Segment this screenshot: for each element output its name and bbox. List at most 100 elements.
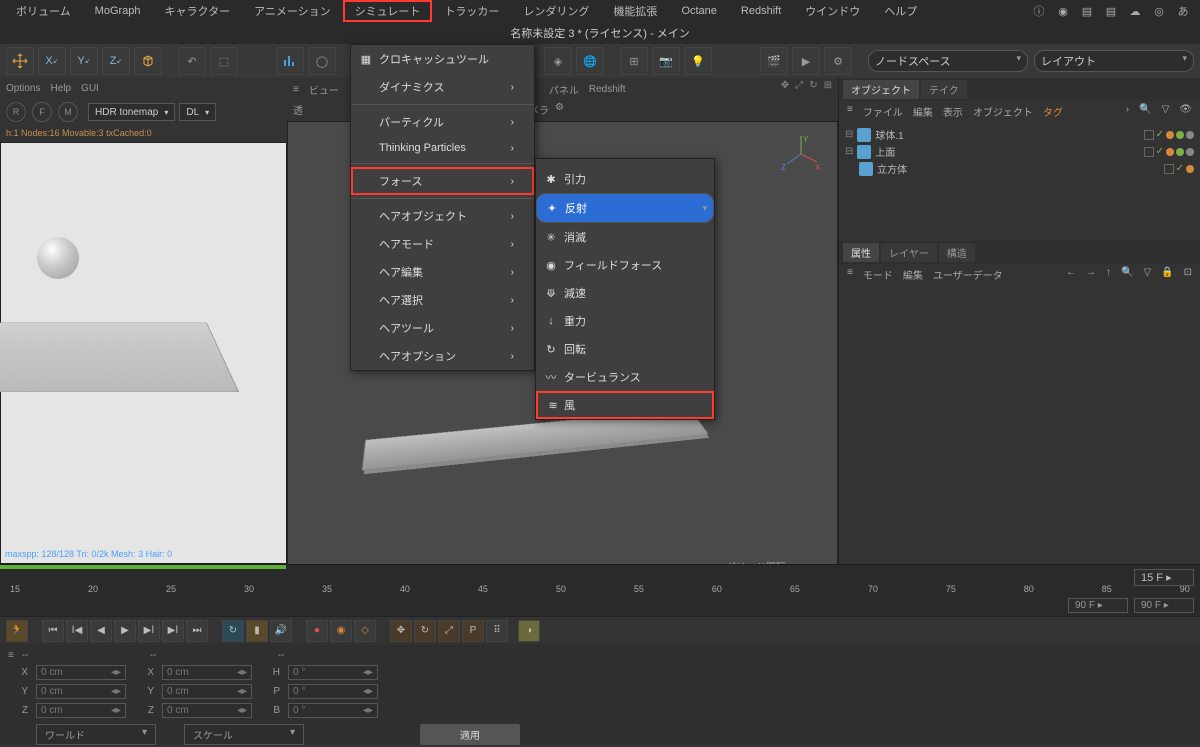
vp-rotate-icon[interactable]: ↻ bbox=[809, 80, 817, 91]
dm-hair-mode[interactable]: ヘアモード› bbox=[351, 230, 534, 258]
camera-icon[interactable]: 📷 bbox=[652, 47, 680, 75]
layout-select[interactable]: レイアウト bbox=[1034, 50, 1194, 72]
dl-dd[interactable]: DL bbox=[179, 103, 216, 121]
tonemap-dd[interactable]: HDR tonemap bbox=[88, 103, 175, 121]
dm-cloth-cache[interactable]: ▦クロキャッシュツール bbox=[351, 45, 534, 73]
hamburger3-icon[interactable]: ≡ bbox=[847, 267, 853, 282]
axis-z-icon[interactable]: Z↙ bbox=[102, 47, 130, 75]
tool2-icon[interactable]: ⬚ bbox=[210, 47, 238, 75]
force-turbulence[interactable]: 〰タービュランス bbox=[536, 363, 714, 391]
clapper-icon[interactable]: 🎬 bbox=[760, 47, 788, 75]
r-icon[interactable]: R bbox=[6, 102, 26, 122]
force-wind[interactable]: ≋風 bbox=[536, 391, 714, 419]
param-key-icon[interactable]: P bbox=[462, 620, 484, 642]
goto-start-icon[interactable]: ⏮ bbox=[42, 620, 64, 642]
attr-back-icon[interactable]: ← bbox=[1066, 267, 1076, 282]
rot-h-input[interactable]: 0 °◂▸ bbox=[288, 665, 378, 680]
frame-start-input[interactable]: 15 F ▸ bbox=[1134, 569, 1194, 586]
tab-attr[interactable]: 属性 bbox=[843, 243, 879, 262]
rot-b-input[interactable]: 0 °◂▸ bbox=[288, 703, 378, 718]
pos-x-input[interactable]: 0 cm◂▸ bbox=[36, 665, 126, 680]
play-settings-icon[interactable]: ▶ bbox=[792, 47, 820, 75]
obj-file[interactable]: ファイル bbox=[863, 104, 903, 119]
attr-up-icon[interactable]: ↑ bbox=[1106, 267, 1111, 282]
vis-check3[interactable] bbox=[1164, 164, 1174, 174]
dm-force[interactable]: フォース› bbox=[351, 167, 534, 195]
next-key-icon[interactable]: ▶Ⅰ bbox=[162, 620, 184, 642]
keyframe-icon[interactable]: ◇ bbox=[354, 620, 376, 642]
force-attract[interactable]: ✱引力 bbox=[536, 165, 714, 193]
size-y-input[interactable]: 0 cm◂▸ bbox=[162, 684, 252, 699]
kf-block-icon[interactable]: ▮ bbox=[246, 620, 268, 642]
prev-key-icon[interactable]: Ⅰ◀ bbox=[66, 620, 88, 642]
force-reflect[interactable]: ✦反射 bbox=[536, 193, 714, 223]
attr-search-icon[interactable]: 🔍 bbox=[1121, 267, 1133, 282]
frame-cur-input[interactable]: 90 F ▸ bbox=[1068, 598, 1128, 613]
view-mode-dd[interactable]: 透 bbox=[293, 102, 303, 117]
menu-redshift[interactable]: Redshift bbox=[729, 2, 793, 20]
obj-arrow-icon[interactable]: › bbox=[1126, 104, 1129, 119]
apply-button[interactable]: 適用 bbox=[420, 724, 520, 745]
obj-view[interactable]: 表示 bbox=[943, 104, 963, 119]
menu-octane[interactable]: Octane bbox=[669, 2, 728, 20]
redshift-tab[interactable]: Redshift bbox=[589, 84, 626, 95]
attr-mode[interactable]: モード bbox=[863, 267, 893, 282]
pos-key-icon[interactable]: ✥ bbox=[390, 620, 412, 642]
pla-key-icon[interactable]: ⠿ bbox=[486, 620, 508, 642]
axis-x-icon[interactable]: X↙ bbox=[38, 47, 66, 75]
cloud-icon[interactable]: ☁ bbox=[1128, 4, 1142, 18]
run-icon[interactable]: 🏃 bbox=[6, 620, 28, 642]
opt-gui[interactable]: GUI bbox=[81, 83, 99, 94]
extra-key-icon[interactable]: ◑ bbox=[518, 620, 540, 642]
record-icon[interactable]: ◉ bbox=[1056, 4, 1070, 18]
obj-eye-icon[interactable]: 👁 bbox=[1179, 104, 1192, 119]
rot-key-icon[interactable]: ↻ bbox=[414, 620, 436, 642]
obj-row-cube[interactable]: 立方体 ✓ bbox=[845, 160, 1194, 177]
dm-dynamics[interactable]: ダイナミクス› bbox=[351, 73, 534, 101]
force-gravity[interactable]: ↓重力 bbox=[536, 307, 714, 335]
dm-hair-edit[interactable]: ヘア編集› bbox=[351, 258, 534, 286]
cloner-icon[interactable]: ◈ bbox=[544, 47, 572, 75]
tab-struct[interactable]: 構造 bbox=[939, 243, 975, 262]
obj-object[interactable]: オブジェクト bbox=[973, 104, 1033, 119]
obj-edit[interactable]: 編集 bbox=[913, 104, 933, 119]
loop-icon[interactable]: ↻ bbox=[222, 620, 244, 642]
force-destroy[interactable]: ✳消滅 bbox=[536, 223, 714, 251]
menu-mograph[interactable]: MoGraph bbox=[83, 2, 153, 20]
tab-object[interactable]: オブジェクト bbox=[843, 80, 919, 99]
tab-layer[interactable]: レイヤー bbox=[881, 243, 937, 262]
autokey-icon[interactable]: ◉ bbox=[330, 620, 352, 642]
menu-character[interactable]: キャラクター bbox=[153, 0, 243, 22]
opt-options[interactable]: Options bbox=[6, 83, 40, 94]
menu-rendering[interactable]: レンダリング bbox=[511, 0, 601, 22]
dm-particle[interactable]: パーティクル› bbox=[351, 108, 534, 136]
vp-zoom-icon[interactable]: ⤢ bbox=[795, 80, 803, 91]
hamburger2-icon[interactable]: ≡ bbox=[847, 104, 853, 119]
left-viewport[interactable]: maxspp: 128/128 Tri: 0/2k Mesh: 3 Hair: … bbox=[0, 142, 287, 564]
obj-row-top[interactable]: ⊟ 上面 ✓ bbox=[845, 143, 1194, 160]
sphere-tool-icon[interactable]: ◯ bbox=[308, 47, 336, 75]
menu-extensions[interactable]: 機能拡張 bbox=[601, 0, 669, 22]
view-tab[interactable]: ビュー bbox=[309, 82, 339, 97]
m-icon[interactable]: M bbox=[58, 102, 78, 122]
lang-icon[interactable]: あ bbox=[1176, 4, 1190, 18]
dm-thinking-particles[interactable]: Thinking Particles› bbox=[351, 136, 534, 160]
gear-icon[interactable]: ⚙ bbox=[824, 47, 852, 75]
play-icon[interactable]: ▶ bbox=[114, 620, 136, 642]
clipboard-icon[interactable]: ▤ bbox=[1080, 4, 1094, 18]
cube-tool-icon[interactable] bbox=[134, 47, 162, 75]
coord-scale-dd[interactable]: スケール bbox=[184, 724, 304, 745]
attr-lock-icon[interactable]: 🔒 bbox=[1161, 267, 1173, 282]
obj-tag[interactable]: タグ bbox=[1043, 104, 1063, 119]
scale-key-icon[interactable]: ⤢ bbox=[438, 620, 460, 642]
move-tool-icon[interactable] bbox=[6, 47, 34, 75]
vis-check2[interactable] bbox=[1144, 147, 1154, 157]
size-z-input[interactable]: 0 cm◂▸ bbox=[162, 703, 252, 718]
menu-animation[interactable]: アニメーション bbox=[242, 0, 343, 22]
force-friction[interactable]: ⟱減速 bbox=[536, 279, 714, 307]
f-icon[interactable]: F bbox=[32, 102, 52, 122]
cam-gear-icon[interactable]: ⚙ bbox=[555, 102, 564, 117]
dm-hair-option[interactable]: ヘアオプション› bbox=[351, 342, 534, 370]
rot-p-input[interactable]: 0 °◂▸ bbox=[288, 684, 378, 699]
globe-icon[interactable]: 🌐 bbox=[576, 47, 604, 75]
